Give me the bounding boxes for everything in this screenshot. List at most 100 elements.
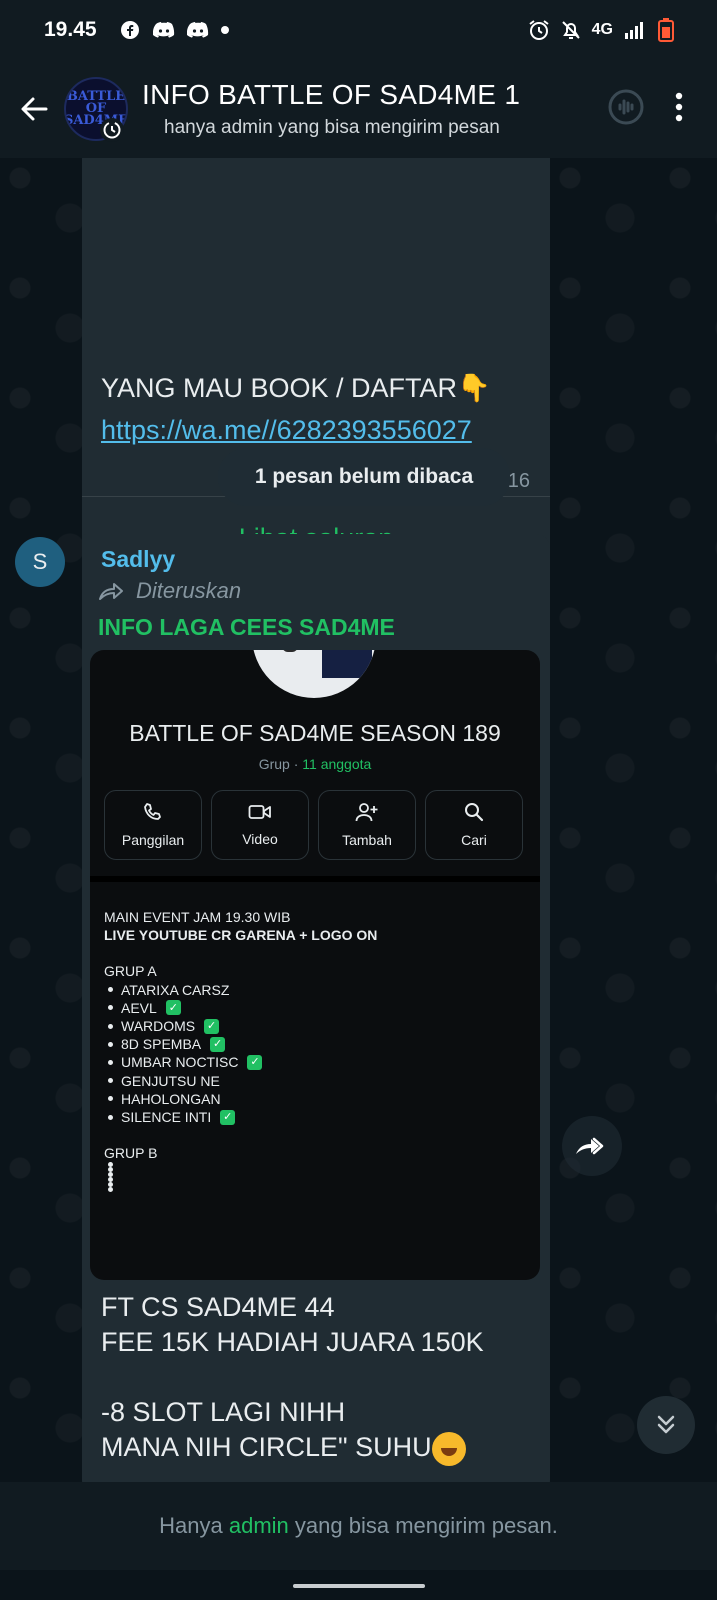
message-line: MANA NIH CIRCLE" SUHU (101, 1432, 432, 1462)
check-mark-icon: ✓ (204, 1018, 220, 1034)
list-item: 8D SPEMBA ✓ (108, 1035, 377, 1053)
message-bubble-channel[interactable]: YANG MAU BOOK / DAFTAR👇 https://wa.me//6… (82, 158, 550, 576)
channel-title-area[interactable]: INFO BATTLE OF SAD4ME 1 hanya admin yang… (142, 79, 607, 139)
forward-message-button[interactable] (562, 1116, 622, 1176)
shocked-face-emoji-icon (431, 1431, 466, 1466)
network-type: 4G (591, 21, 613, 38)
team-name: SILENCE INTI (121, 1109, 212, 1126)
team-name: AEVL (121, 999, 157, 1016)
message-text: YANG MAU BOOK / DAFTAR👇 (101, 373, 491, 403)
alarm-icon (528, 19, 550, 41)
shot-group-meta: Grup · 11 anggota (90, 756, 540, 772)
shot-action-label: Cari (461, 832, 487, 848)
shot-group-name: BATTLE OF SAD4ME SEASON 189 (129, 720, 501, 746)
shot-action-label: Panggilan (121, 832, 185, 848)
message-line: FT CS SAD4ME 44 (101, 1292, 335, 1322)
list-item: WARDOMS ✓ (108, 1017, 377, 1035)
shot-document-text: MAIN EVENT JAM 19.30 WIB LIVE YOUTUBE CR… (104, 908, 377, 1192)
team-name: ATARIXA CARSZ (121, 981, 230, 998)
forwarded-text: Diteruskan (136, 578, 242, 603)
kebab-menu-icon (675, 92, 683, 121)
shot-group-type: Grup · (258, 756, 303, 772)
team-name: HAHOLONGAN (121, 1090, 221, 1107)
shot-group-a-title: GRUP A (104, 963, 157, 980)
unread-divider: 1 pesan belum dibaca (218, 448, 510, 506)
sender-avatar[interactable]: S (15, 537, 65, 587)
notification-dot-icon (220, 26, 229, 34)
gesture-handle[interactable] (293, 1584, 425, 1588)
attached-screenshot[interactable]: BATTLE OF SAD4ME SEASON 189 Grup · 11 an… (90, 650, 540, 1280)
shot-group-b-list (104, 1162, 377, 1192)
arrow-left-icon (21, 97, 48, 121)
channel-title: INFO BATTLE OF SAD4ME 1 (142, 79, 521, 110)
forwarded-label: Diteruskan (98, 578, 241, 604)
search-icon (465, 803, 484, 822)
notice-admin-link[interactable]: admin (229, 1513, 289, 1539)
sender-name[interactable]: Sadlyy (101, 546, 175, 573)
shot-action-label: Video (242, 831, 278, 847)
shot-group-members: 11 anggota (302, 756, 372, 772)
message-line: -8 SLOT LAGI NIHH (101, 1397, 346, 1427)
waveform-icon (608, 89, 644, 124)
scroll-to-bottom-button[interactable] (637, 1396, 695, 1454)
group-picture-poster (322, 650, 372, 678)
double-forward-arrow-icon (576, 1137, 604, 1155)
notice-suffix: yang bisa mengirim pesan. (288, 1513, 558, 1538)
phone-icon (144, 803, 161, 820)
shot-group-a-list: ATARIXA CARSZ AEVL ✓ WARDOMS ✓ 8D SPEMBA ✓ UMBA… (104, 981, 377, 1127)
facebook-icon (119, 19, 141, 41)
status-bar: 19.45 4G (0, 0, 717, 60)
group-picture (252, 650, 376, 698)
list-item: UMBAR NOCTISC ✓ (108, 1053, 377, 1071)
list-item: HAHOLONGAN (108, 1090, 377, 1108)
team-name: GENJUTSU NE (121, 1072, 220, 1089)
message-bubble-forwarded[interactable]: Sadlyy Diteruskan INFO LAGA CEES SAD4ME … (82, 534, 550, 1482)
check-mark-icon: ✓ (220, 1109, 236, 1125)
more-options-button[interactable] (675, 92, 683, 127)
mute-bell-icon (560, 19, 582, 41)
shot-separator (90, 876, 540, 882)
message-body: FT CS SAD4ME 44 FEE 15K HADIAH JUARA 150… (101, 1290, 484, 1466)
channel-subtitle: hanya admin yang bisa mengirim pesan (164, 117, 500, 138)
check-mark-icon: ✓ (247, 1055, 263, 1071)
shot-actions: Panggilan Video Tambah Cari (104, 790, 523, 860)
discord-icon-2 (186, 19, 209, 41)
battery-icon (655, 18, 677, 42)
shot-group-b-title: GRUP B (104, 1145, 158, 1162)
message-link[interactable]: https://wa.me//6282393556027 (101, 415, 472, 446)
shot-action-add: Tambah (318, 790, 416, 860)
double-chevron-down-icon (657, 1415, 675, 1434)
list-item: SILENCE INTI ✓ (108, 1108, 377, 1126)
group-picture-figure (282, 650, 298, 652)
admin-only-notice: Hanya admin yang bisa mengirim pesan. (0, 1482, 717, 1570)
message-line: FEE 15K HADIAH JUARA 150K (101, 1327, 484, 1357)
discord-icon (152, 19, 175, 41)
signal-icon (623, 19, 645, 41)
team-name: UMBAR NOCTISC (121, 1054, 239, 1071)
list-item: ATARIXA CARSZ (108, 981, 377, 999)
source-channel-name[interactable]: INFO LAGA CEES SAD4ME (98, 614, 395, 641)
forward-arrow-icon (99, 583, 123, 600)
chat-area[interactable]: YANG MAU BOOK / DAFTAR👇 https://wa.me//6… (0, 158, 717, 1482)
shot-action-search: Cari (425, 790, 523, 860)
back-button[interactable] (4, 79, 64, 139)
team-name: WARDOMS (121, 1018, 196, 1035)
system-nav-bar (0, 1570, 717, 1600)
list-item: AEVL ✓ (108, 999, 377, 1017)
team-name: 8D SPEMBA (121, 1036, 202, 1053)
list-item (108, 1187, 377, 1192)
voice-chat-button[interactable] (607, 88, 645, 131)
shot-action-label: Tambah (342, 832, 392, 848)
chat-header: BATTLE OF SAD4ME INFO BATTLE OF SAD4ME 1… (0, 60, 717, 158)
notice-prefix: Hanya (159, 1513, 229, 1538)
disappearing-timer-icon (100, 118, 124, 142)
video-icon (248, 805, 271, 819)
shot-action-call: Panggilan (104, 790, 202, 860)
shot-live-line: LIVE YOUTUBE CR GARENA + LOGO ON (104, 927, 378, 944)
list-item: GENJUTSU NE (108, 1072, 377, 1090)
add-person-icon (355, 803, 378, 822)
check-mark-icon: ✓ (210, 1036, 226, 1052)
shot-action-video: Video (211, 790, 309, 860)
status-time: 19.45 (44, 18, 97, 41)
shot-event-line: MAIN EVENT JAM 19.30 WIB (104, 909, 291, 925)
